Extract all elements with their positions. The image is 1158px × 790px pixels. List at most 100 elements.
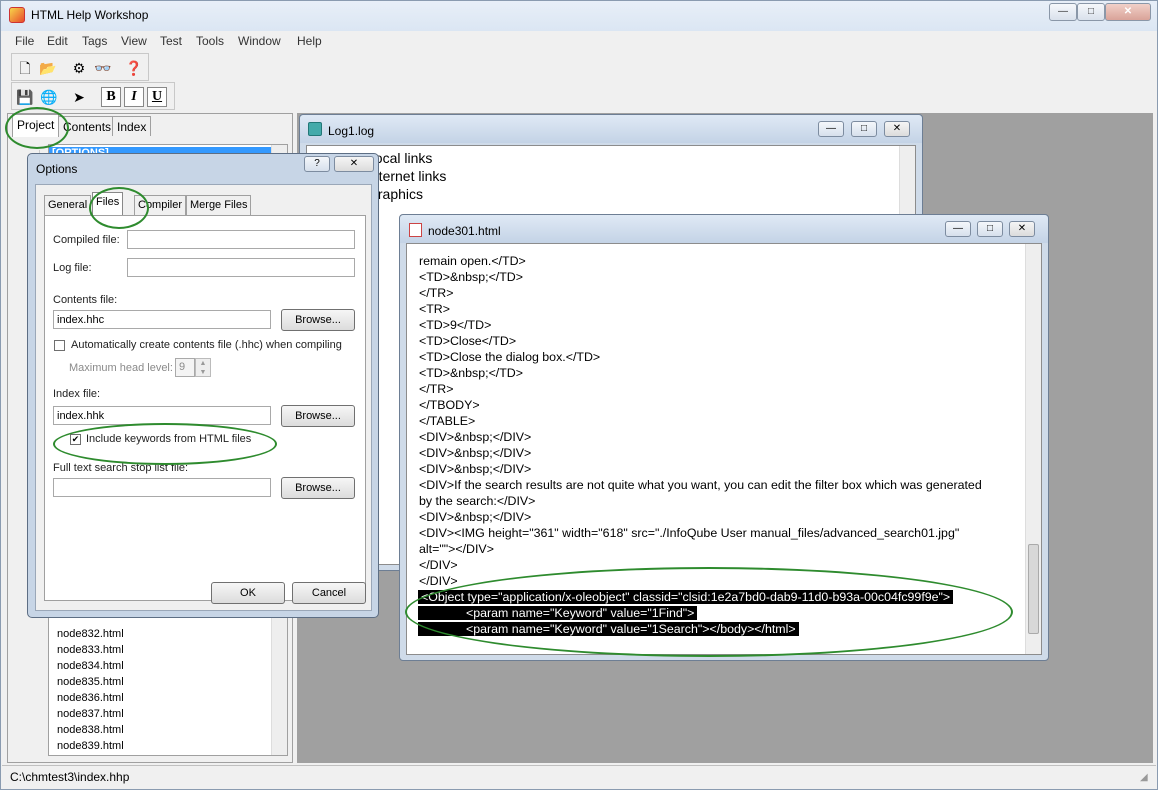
- html-editor[interactable]: remain open.</TD> <TD>&nbsp;</TD> </TR> …: [406, 243, 1042, 655]
- tab-compiler[interactable]: Compiler: [134, 195, 187, 215]
- selected-code-line: <param name="Keyword" value="1Find">: [418, 606, 698, 620]
- help-icon[interactable]: ❓: [123, 57, 145, 79]
- compiled-file-label: Compiled file:: [53, 234, 120, 246]
- main-window: HTML Help Workshop — □ ✕ File Edit Tags …: [0, 0, 1158, 790]
- tab-files[interactable]: Files: [92, 192, 124, 216]
- menu-window[interactable]: Window: [238, 34, 281, 48]
- code-line: by the search:</DIV>: [419, 494, 536, 508]
- tab-index[interactable]: Index: [112, 116, 152, 136]
- menu-test[interactable]: Test: [160, 34, 182, 48]
- selected-code-line: <param name="Keyword" value="1Search"></…: [418, 622, 799, 636]
- code-line: </TBODY>: [419, 398, 480, 412]
- save-icon[interactable]: 💾: [14, 86, 36, 108]
- browser-icon[interactable]: 🌐: [38, 86, 60, 108]
- close-button[interactable]: ✕: [1105, 3, 1151, 21]
- compile-icon[interactable]: ⚙: [68, 57, 90, 79]
- code-line: <TD>&nbsp;</TD>: [419, 366, 523, 380]
- cancel-button[interactable]: Cancel: [292, 582, 366, 604]
- editor-scrollbar[interactable]: [1025, 244, 1041, 654]
- menu-tags[interactable]: Tags: [82, 34, 107, 48]
- log-window-caption[interactable]: Log1.log — □ ✕: [300, 115, 922, 143]
- tab-merge-files[interactable]: Merge Files: [186, 195, 252, 215]
- log-window-title: Log1.log: [328, 124, 375, 138]
- list-item[interactable]: node838.html: [57, 724, 124, 736]
- resize-grip-icon[interactable]: ◢: [1140, 772, 1148, 783]
- list-item[interactable]: node832.html: [57, 628, 124, 640]
- code-line: <TD>&nbsp;</TD>: [419, 270, 523, 284]
- html-file-icon: [409, 223, 422, 237]
- italic-button[interactable]: I: [124, 87, 144, 107]
- log-file-icon: [308, 122, 322, 136]
- dialog-close-button[interactable]: ✕: [334, 156, 374, 172]
- dialog-help-button[interactable]: ?: [304, 156, 330, 172]
- menu-tools[interactable]: Tools: [196, 34, 224, 48]
- menu-edit[interactable]: Edit: [47, 34, 68, 48]
- view-compiled-icon[interactable]: 👓: [92, 57, 114, 79]
- tab-project[interactable]: Project: [12, 114, 60, 137]
- insert-tag-icon[interactable]: ➤: [68, 86, 90, 108]
- node-minimize-button[interactable]: —: [945, 221, 971, 237]
- stoplist-label: Full text search stop list file:: [53, 462, 189, 474]
- tab-contents[interactable]: Contents: [58, 116, 117, 136]
- index-browse-button[interactable]: Browse...: [281, 405, 355, 427]
- code-line: <DIV>&nbsp;</DIV>: [419, 446, 532, 460]
- options-dialog-title: Options: [36, 162, 78, 176]
- app-title: HTML Help Workshop: [31, 8, 149, 22]
- stoplist-browse-button[interactable]: Browse...: [281, 477, 355, 499]
- contents-file-field[interactable]: [53, 310, 271, 329]
- code-line: </TR>: [419, 382, 454, 396]
- node-close-button[interactable]: ✕: [1009, 221, 1035, 237]
- toolbar-format: 💾 🌐 ➤ B I U: [11, 82, 175, 110]
- files-tab-panel: Compiled file: Log file: Contents file: …: [44, 215, 366, 601]
- code-line: </DIV>: [419, 574, 458, 588]
- log-maximize-button[interactable]: □: [851, 121, 877, 137]
- code-line: remain open.</TD>: [419, 254, 526, 268]
- node-window-caption[interactable]: node301.html — □ ✕: [400, 215, 1048, 243]
- options-dialog: Options ? ✕ General Files Compiler Merge…: [27, 153, 379, 618]
- title-bar[interactable]: HTML Help Workshop — □ ✕: [1, 1, 1157, 31]
- compiled-file-field[interactable]: [127, 230, 355, 249]
- contents-browse-button[interactable]: Browse...: [281, 309, 355, 331]
- ok-button[interactable]: OK: [211, 582, 285, 604]
- menu-help[interactable]: Help: [297, 34, 322, 48]
- app-icon: [9, 7, 25, 23]
- max-head-field: 9: [175, 358, 195, 377]
- code-line: <DIV><IMG height="361" width="618" src="…: [419, 526, 960, 540]
- auto-create-checkbox[interactable]: [54, 340, 65, 351]
- new-file-icon[interactable]: 🗋: [14, 57, 36, 79]
- auto-create-label: Automatically create contents file (.hhc…: [71, 339, 342, 351]
- list-item[interactable]: node834.html: [57, 660, 124, 672]
- menu-file[interactable]: File: [15, 34, 34, 48]
- toolbar-top: 🗋 📂 ⚙ 👓 ❓: [11, 53, 149, 81]
- include-keywords-label: Include keywords from HTML files: [86, 433, 252, 445]
- tab-general[interactable]: General: [44, 195, 92, 215]
- list-item[interactable]: node839.html: [57, 740, 124, 752]
- log-close-button[interactable]: ✕: [884, 121, 910, 137]
- list-item[interactable]: node835.html: [57, 676, 124, 688]
- code-line: <TD>Close the dialog box.</TD>: [419, 350, 601, 364]
- open-folder-icon[interactable]: 📂: [37, 57, 59, 79]
- contents-file-label: Contents file:: [53, 294, 118, 306]
- scrollbar-thumb[interactable]: [1028, 544, 1039, 634]
- menu-bar: File Edit Tags View Test Tools Window He…: [2, 32, 1156, 50]
- code-line: <DIV>If the search results are not quite…: [419, 478, 982, 492]
- stoplist-field[interactable]: [53, 478, 271, 497]
- maximize-button[interactable]: □: [1077, 3, 1105, 21]
- underline-button[interactable]: U: [147, 87, 167, 107]
- selected-code-line: <Object type="application/x-oleobject" c…: [418, 590, 954, 604]
- list-item[interactable]: node836.html: [57, 692, 124, 704]
- list-item[interactable]: node837.html: [57, 708, 124, 720]
- menu-view[interactable]: View: [121, 34, 147, 48]
- code-line: <DIV>&nbsp;</DIV>: [419, 430, 532, 444]
- index-file-field[interactable]: [53, 406, 271, 425]
- node-maximize-button[interactable]: □: [977, 221, 1003, 237]
- minimize-button[interactable]: —: [1049, 3, 1077, 21]
- bold-button[interactable]: B: [101, 87, 121, 107]
- include-keywords-checkbox[interactable]: ✔: [70, 434, 81, 445]
- log-minimize-button[interactable]: —: [818, 121, 844, 137]
- code-line: </TABLE>: [419, 414, 476, 428]
- max-head-label: Maximum head level:: [69, 362, 173, 374]
- status-bar: C:\chmtest3\index.hhp ◢: [2, 765, 1156, 789]
- log-file-field[interactable]: [127, 258, 355, 277]
- list-item[interactable]: node833.html: [57, 644, 124, 656]
